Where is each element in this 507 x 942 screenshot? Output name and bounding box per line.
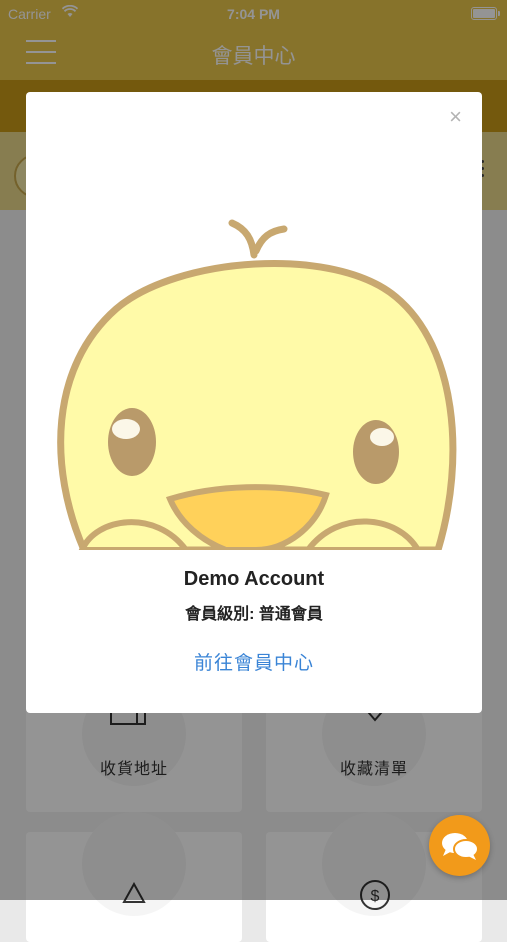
close-icon[interactable]: × [449, 106, 462, 128]
chat-button[interactable] [429, 815, 490, 876]
account-modal: × Demo Account 會員級別: 普通會員 前往會員中心 [26, 92, 482, 713]
account-name: Demo Account [183, 568, 325, 590]
member-level: 會員級別: 普通會員 [185, 606, 323, 623]
chat-bubbles-icon [442, 833, 479, 860]
duck-avatar-illustration [57, 219, 457, 550]
goto-member-center-link[interactable]: 前往會員中心 [26, 648, 482, 675]
